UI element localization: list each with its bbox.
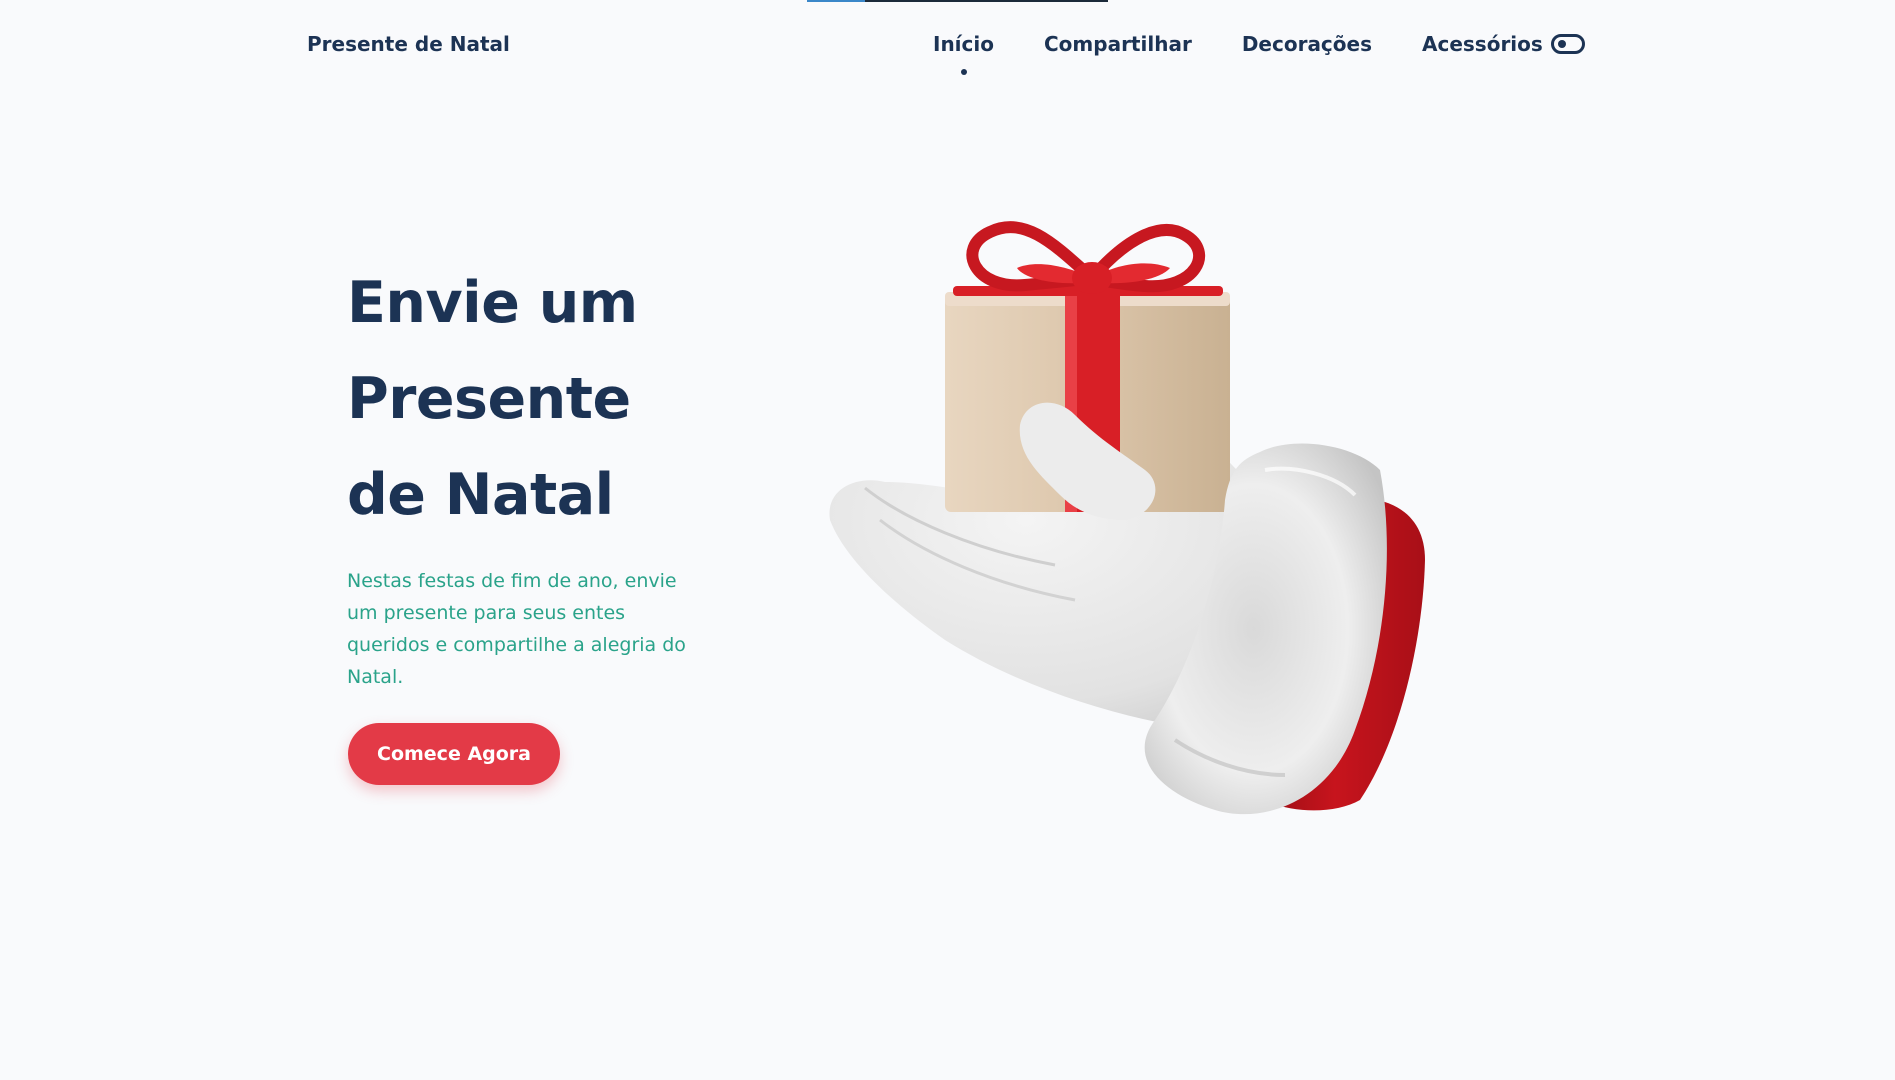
nav-link-label: Início: [933, 32, 994, 56]
theme-toggle-button[interactable]: [1551, 34, 1585, 54]
site-header: Presente de Natal Início Compartilhar De…: [0, 0, 1895, 90]
site-logo[interactable]: Presente de Natal: [307, 32, 510, 56]
hero-title-line: de Natal: [347, 462, 614, 528]
hero-title-line: Presente: [347, 366, 631, 432]
nav-link-label: Acessórios: [1422, 32, 1543, 56]
nav-link-decoracoes[interactable]: Decorações: [1242, 32, 1372, 56]
hero-description: Nestas festas de fim de ano, envie um pr…: [347, 570, 686, 688]
nav-link-acessorios[interactable]: Acessórios: [1422, 32, 1543, 56]
hero-title: Envie um Presente de Natal: [347, 255, 767, 543]
start-now-button[interactable]: Comece Agora: [348, 723, 560, 785]
hero-title-line: Envie um: [347, 270, 638, 336]
nav-link-label: Compartilhar: [1044, 32, 1192, 56]
main-nav: Início Compartilhar Decorações Acessório…: [933, 32, 1543, 75]
santa-hand-gift-image: [829, 221, 1425, 815]
nav-link-inicio[interactable]: Início: [933, 32, 994, 75]
toggle-icon: [1558, 40, 1566, 48]
active-indicator-dot: [960, 69, 967, 75]
nav-link-compartilhar[interactable]: Compartilhar: [1044, 32, 1192, 56]
nav-link-label: Decorações: [1241, 32, 1372, 56]
